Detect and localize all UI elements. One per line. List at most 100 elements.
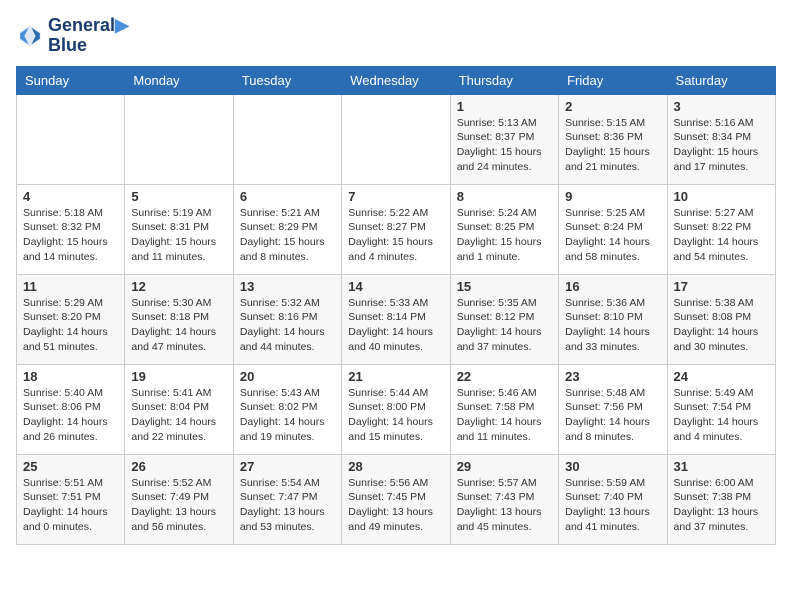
day-number: 9 <box>565 189 660 204</box>
calendar-cell: 9 Sunrise: 5:25 AM Sunset: 8:24 PM Daylig… <box>559 184 667 274</box>
day-info: Sunrise: 5:13 AM Sunset: 8:37 PM Dayligh… <box>457 116 552 175</box>
calendar-cell: 16 Sunrise: 5:36 AM Sunset: 8:10 PM Dayli… <box>559 274 667 364</box>
day-number: 7 <box>348 189 443 204</box>
day-info: Sunrise: 5:51 AM Sunset: 7:51 PM Dayligh… <box>23 476 118 535</box>
day-number: 24 <box>674 369 769 384</box>
header: General▶ Blue <box>16 16 776 56</box>
day-info: Sunrise: 5:40 AM Sunset: 8:06 PM Dayligh… <box>23 386 118 445</box>
calendar-cell: 10 Sunrise: 5:27 AM Sunset: 8:22 PM Dayli… <box>667 184 775 274</box>
day-number: 10 <box>674 189 769 204</box>
day-number: 19 <box>131 369 226 384</box>
logo: General▶ Blue <box>16 16 129 56</box>
calendar-cell <box>233 94 341 184</box>
day-number: 21 <box>348 369 443 384</box>
day-number: 30 <box>565 459 660 474</box>
calendar-week-5: 25 Sunrise: 5:51 AM Sunset: 7:51 PM Dayli… <box>17 454 776 544</box>
day-number: 14 <box>348 279 443 294</box>
calendar-cell: 21 Sunrise: 5:44 AM Sunset: 8:00 PM Dayli… <box>342 364 450 454</box>
day-number: 12 <box>131 279 226 294</box>
day-number: 6 <box>240 189 335 204</box>
calendar-cell: 1Sunrise: 5:13 AM Sunset: 8:37 PM Daylig… <box>450 94 558 184</box>
calendar-table: SundayMondayTuesdayWednesdayThursdayFrid… <box>16 66 776 545</box>
calendar-cell: 2 Sunrise: 5:15 AM Sunset: 8:36 PM Daylig… <box>559 94 667 184</box>
calendar-week-3: 11Sunrise: 5:29 AM Sunset: 8:20 PM Dayli… <box>17 274 776 364</box>
day-info: Sunrise: 5:22 AM Sunset: 8:27 PM Dayligh… <box>348 206 443 265</box>
calendar-cell <box>342 94 450 184</box>
day-header-sunday: Sunday <box>17 66 125 94</box>
day-info: Sunrise: 5:43 AM Sunset: 8:02 PM Dayligh… <box>240 386 335 445</box>
day-number: 3 <box>674 99 769 114</box>
calendar-cell <box>17 94 125 184</box>
day-header-thursday: Thursday <box>450 66 558 94</box>
calendar-cell: 23Sunrise: 5:48 AM Sunset: 7:56 PM Dayli… <box>559 364 667 454</box>
calendar-cell: 5 Sunrise: 5:19 AM Sunset: 8:31 PM Daylig… <box>125 184 233 274</box>
calendar-cell: 22 Sunrise: 5:46 AM Sunset: 7:58 PM Dayli… <box>450 364 558 454</box>
day-number: 28 <box>348 459 443 474</box>
day-number: 11 <box>23 279 118 294</box>
day-info: Sunrise: 5:27 AM Sunset: 8:22 PM Dayligh… <box>674 206 769 265</box>
calendar-cell: 13Sunrise: 5:32 AM Sunset: 8:16 PM Dayli… <box>233 274 341 364</box>
day-number: 16 <box>565 279 660 294</box>
day-info: Sunrise: 5:57 AM Sunset: 7:43 PM Dayligh… <box>457 476 552 535</box>
day-header-saturday: Saturday <box>667 66 775 94</box>
day-header-wednesday: Wednesday <box>342 66 450 94</box>
calendar-week-1: 1Sunrise: 5:13 AM Sunset: 8:37 PM Daylig… <box>17 94 776 184</box>
logo-icon <box>16 22 44 50</box>
day-info: Sunrise: 5:41 AM Sunset: 8:04 PM Dayligh… <box>131 386 226 445</box>
day-info: Sunrise: 5:46 AM Sunset: 7:58 PM Dayligh… <box>457 386 552 445</box>
calendar-cell: 29 Sunrise: 5:57 AM Sunset: 7:43 PM Dayli… <box>450 454 558 544</box>
calendar-cell: 28 Sunrise: 5:56 AM Sunset: 7:45 PM Dayli… <box>342 454 450 544</box>
day-header-monday: Monday <box>125 66 233 94</box>
day-info: Sunrise: 5:30 AM Sunset: 8:18 PM Dayligh… <box>131 296 226 355</box>
calendar-cell: 30 Sunrise: 5:59 AM Sunset: 7:40 PM Dayli… <box>559 454 667 544</box>
calendar-header-row: SundayMondayTuesdayWednesdayThursdayFrid… <box>17 66 776 94</box>
calendar-cell: 20 Sunrise: 5:43 AM Sunset: 8:02 PM Dayli… <box>233 364 341 454</box>
day-number: 31 <box>674 459 769 474</box>
day-header-friday: Friday <box>559 66 667 94</box>
day-number: 25 <box>23 459 118 474</box>
day-info: Sunrise: 5:52 AM Sunset: 7:49 PM Dayligh… <box>131 476 226 535</box>
day-number: 13 <box>240 279 335 294</box>
day-info: Sunrise: 5:21 AM Sunset: 8:29 PM Dayligh… <box>240 206 335 265</box>
day-number: 8 <box>457 189 552 204</box>
day-info: Sunrise: 6:00 AM Sunset: 7:38 PM Dayligh… <box>674 476 769 535</box>
day-header-tuesday: Tuesday <box>233 66 341 94</box>
day-number: 29 <box>457 459 552 474</box>
calendar-cell: 4Sunrise: 5:18 AM Sunset: 8:32 PM Daylig… <box>17 184 125 274</box>
calendar-cell: 26 Sunrise: 5:52 AM Sunset: 7:49 PM Dayli… <box>125 454 233 544</box>
day-info: Sunrise: 5:19 AM Sunset: 8:31 PM Dayligh… <box>131 206 226 265</box>
day-number: 26 <box>131 459 226 474</box>
day-number: 23 <box>565 369 660 384</box>
calendar-cell: 8 Sunrise: 5:24 AM Sunset: 8:25 PM Daylig… <box>450 184 558 274</box>
calendar-cell: 6 Sunrise: 5:21 AM Sunset: 8:29 PM Daylig… <box>233 184 341 274</box>
day-info: Sunrise: 5:49 AM Sunset: 7:54 PM Dayligh… <box>674 386 769 445</box>
day-number: 2 <box>565 99 660 114</box>
day-info: Sunrise: 5:36 AM Sunset: 8:10 PM Dayligh… <box>565 296 660 355</box>
calendar-cell: 11Sunrise: 5:29 AM Sunset: 8:20 PM Dayli… <box>17 274 125 364</box>
calendar-cell <box>125 94 233 184</box>
day-number: 20 <box>240 369 335 384</box>
day-info: Sunrise: 5:24 AM Sunset: 8:25 PM Dayligh… <box>457 206 552 265</box>
day-info: Sunrise: 5:38 AM Sunset: 8:08 PM Dayligh… <box>674 296 769 355</box>
calendar-week-2: 4Sunrise: 5:18 AM Sunset: 8:32 PM Daylig… <box>17 184 776 274</box>
calendar-cell: 7 Sunrise: 5:22 AM Sunset: 8:27 PM Daylig… <box>342 184 450 274</box>
day-info: Sunrise: 5:59 AM Sunset: 7:40 PM Dayligh… <box>565 476 660 535</box>
calendar-cell: 18 Sunrise: 5:40 AM Sunset: 8:06 PM Dayli… <box>17 364 125 454</box>
day-number: 15 <box>457 279 552 294</box>
calendar-cell: 17 Sunrise: 5:38 AM Sunset: 8:08 PM Dayli… <box>667 274 775 364</box>
calendar-cell: 19 Sunrise: 5:41 AM Sunset: 8:04 PM Dayli… <box>125 364 233 454</box>
calendar-cell: 31 Sunrise: 6:00 AM Sunset: 7:38 PM Dayli… <box>667 454 775 544</box>
day-info: Sunrise: 5:56 AM Sunset: 7:45 PM Dayligh… <box>348 476 443 535</box>
day-info: Sunrise: 5:15 AM Sunset: 8:36 PM Dayligh… <box>565 116 660 175</box>
day-info: Sunrise: 5:35 AM Sunset: 8:12 PM Dayligh… <box>457 296 552 355</box>
day-number: 18 <box>23 369 118 384</box>
calendar-week-4: 18 Sunrise: 5:40 AM Sunset: 8:06 PM Dayli… <box>17 364 776 454</box>
calendar-cell: 12 Sunrise: 5:30 AM Sunset: 8:18 PM Dayli… <box>125 274 233 364</box>
calendar-cell: 15 Sunrise: 5:35 AM Sunset: 8:12 PM Dayli… <box>450 274 558 364</box>
day-info: Sunrise: 5:25 AM Sunset: 8:24 PM Dayligh… <box>565 206 660 265</box>
day-info: Sunrise: 5:44 AM Sunset: 8:00 PM Dayligh… <box>348 386 443 445</box>
calendar-cell: 27Sunrise: 5:54 AM Sunset: 7:47 PM Dayli… <box>233 454 341 544</box>
day-number: 17 <box>674 279 769 294</box>
day-number: 5 <box>131 189 226 204</box>
day-number: 22 <box>457 369 552 384</box>
